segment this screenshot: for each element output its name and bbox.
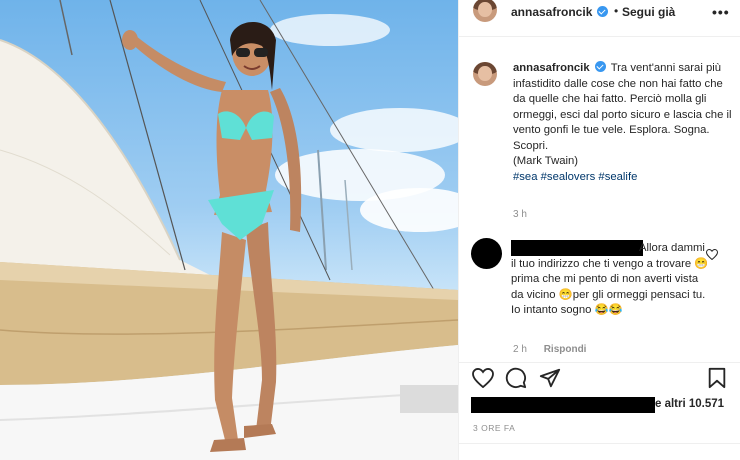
author-avatar[interactable] bbox=[473, 0, 497, 22]
separator-dot: • bbox=[614, 4, 619, 18]
post-photo[interactable] bbox=[0, 0, 458, 460]
post-date[interactable]: 3 ORE FA bbox=[473, 423, 515, 433]
likes-count[interactable]: e altri 10.571 bbox=[655, 398, 724, 410]
caption-username[interactable]: annasafroncik bbox=[513, 62, 590, 74]
action-bar bbox=[459, 364, 740, 392]
photo-illustration bbox=[0, 0, 458, 460]
caption-text: Tra vent'anni sarai più infastidito dall… bbox=[513, 62, 732, 167]
more-options-button[interactable]: ••• bbox=[712, 4, 730, 20]
caption-author-avatar[interactable] bbox=[473, 62, 497, 86]
verified-badge-icon bbox=[597, 6, 608, 17]
bookmark-icon[interactable] bbox=[707, 367, 727, 389]
author-username[interactable]: annasafroncik bbox=[511, 5, 592, 19]
heart-outline-icon[interactable] bbox=[706, 249, 718, 260]
comment-meta: 2 h Rispondi bbox=[513, 344, 600, 355]
post-side-panel: annasafroncik • Segui già ••• annasafron… bbox=[458, 0, 740, 460]
post-caption: annasafroncik Tra vent'anni sarai più in… bbox=[513, 61, 735, 185]
commenter-avatar[interactable] bbox=[471, 238, 502, 269]
footer-divider bbox=[459, 443, 740, 444]
paper-plane-icon[interactable] bbox=[539, 367, 561, 389]
following-button[interactable]: Segui già bbox=[622, 5, 675, 19]
redacted-liker bbox=[471, 397, 655, 413]
caption-hashtags: #sea #sealovers #sealife bbox=[513, 171, 637, 183]
post-header: annasafroncik • Segui già ••• bbox=[459, 0, 740, 26]
hashtag-link[interactable]: #sea bbox=[513, 171, 538, 183]
actions-divider bbox=[459, 362, 740, 363]
caption-time[interactable]: 3 h bbox=[513, 209, 527, 220]
caption-verified-badge-icon bbox=[594, 61, 606, 72]
reply-button[interactable]: Rispondi bbox=[544, 344, 587, 355]
comment-text-rest: dammi il tuo indirizzo che ti vengo a tr… bbox=[511, 242, 709, 316]
comment-text-line1: Allora bbox=[639, 242, 668, 254]
comment-bubble-icon[interactable] bbox=[505, 367, 527, 389]
hashtag-link[interactable]: #sealife bbox=[598, 171, 637, 183]
comment-time[interactable]: 2 h bbox=[513, 344, 527, 355]
comment-text: Allora dammi il tuo indirizzo che ti ven… bbox=[511, 241, 711, 319]
header-divider bbox=[459, 36, 740, 37]
hashtag-link[interactable]: #sealovers bbox=[541, 171, 596, 183]
heart-icon[interactable] bbox=[472, 368, 494, 388]
